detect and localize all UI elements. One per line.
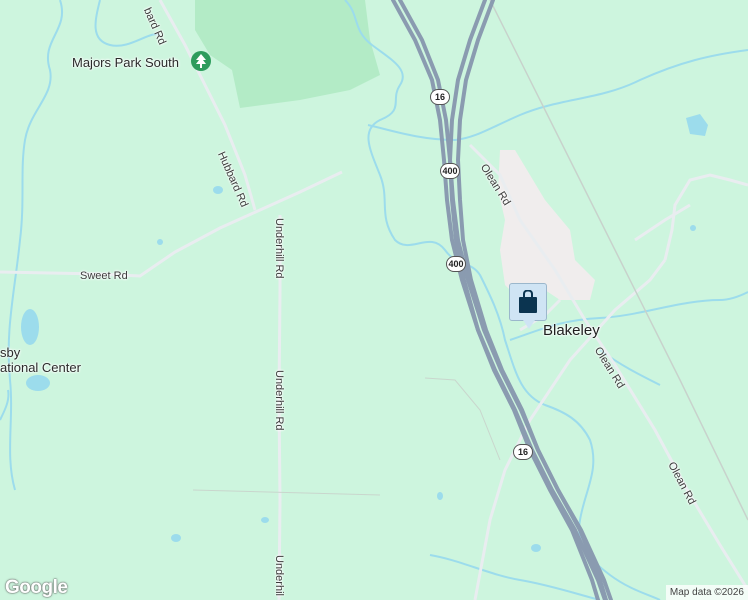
faint-track	[424, 377, 501, 461]
shopping-marker[interactable]	[509, 283, 547, 329]
lake	[21, 309, 39, 345]
map-base-layer	[0, 0, 748, 600]
route-400-shield: 400	[446, 256, 466, 272]
lake	[171, 534, 181, 542]
lake	[157, 239, 163, 245]
lake	[261, 517, 269, 523]
minor-roads	[0, 0, 748, 600]
faint-track	[192, 489, 381, 496]
lake	[690, 225, 696, 231]
road-label-sweet: Sweet Rd	[80, 270, 128, 282]
map-attribution[interactable]: Map data ©2026	[665, 585, 748, 600]
tree-icon[interactable]	[191, 51, 211, 71]
road-label-underhill-2: Underhill Rd	[273, 370, 285, 431]
shopping-bag-icon	[519, 290, 537, 313]
lake	[26, 375, 50, 391]
streams	[0, 0, 748, 600]
partial-place-label: sby	[0, 345, 21, 360]
lake	[213, 186, 223, 194]
town-label[interactable]: Blakeley	[543, 322, 600, 339]
road-label-underhill-3: Underhil	[273, 555, 285, 596]
park-label[interactable]: Majors Park South	[72, 55, 179, 70]
partial-place-label: ational Center	[0, 360, 81, 375]
google-logo: Google	[5, 577, 68, 598]
lake	[437, 492, 443, 500]
map-canvas[interactable]: Majors Park South bard Rd Hubbard Rd Swe…	[0, 0, 748, 600]
developed-area	[498, 150, 595, 300]
road-label-underhill-1: Underhill Rd	[273, 218, 285, 279]
route-16-shield: 16	[430, 89, 450, 105]
route-400-shield: 400	[440, 163, 460, 179]
lake	[531, 544, 541, 552]
lake	[686, 114, 708, 136]
route-16-shield: 16	[513, 444, 533, 460]
park-area	[195, 0, 380, 108]
